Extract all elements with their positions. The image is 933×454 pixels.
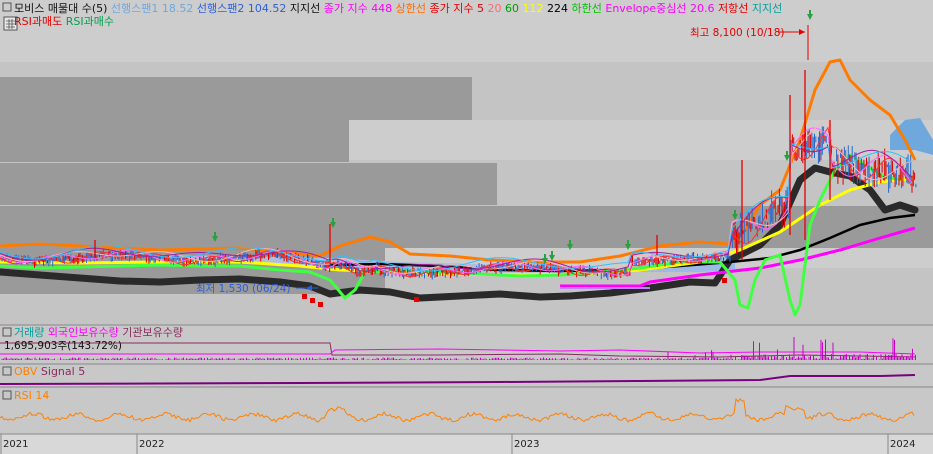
legend-entry: 선행스팬1 18.52 [107, 2, 193, 15]
x-axis-label: 2021 [3, 439, 28, 450]
legend-entry: 외국인보유수량 [44, 326, 118, 339]
legend-entry: OBV [14, 365, 38, 378]
volume-profile-bar [0, 206, 933, 248]
legend-entry: 20 [484, 2, 502, 15]
x-axis-label: 2023 [514, 439, 539, 450]
volume-value: 1,695,903주(143.72%) [4, 340, 122, 352]
legend-entry: 지지선 [286, 2, 320, 15]
svg-text:OBV Signal 5: OBV Signal 5 [14, 365, 85, 378]
high-annotation: 최고 8,100 (10/18) [690, 27, 785, 39]
legend-entry: 224 [544, 2, 569, 15]
legend-entry: Envelope중심선 20.6 [602, 2, 715, 15]
x-axis-label: 2024 [890, 439, 915, 450]
legend-entry: 종가 지수 448 [320, 2, 392, 15]
legend-entry: 거래량 [14, 326, 44, 339]
buy-signal-stem [332, 218, 334, 222]
stock-chart[interactable]: 최고 8,100 (10/18) 최저 1,530 (06/24) 모비스 매물… [0, 0, 933, 454]
legend-entry: 저항선 [714, 2, 748, 15]
obv-legend: OBV Signal 5 [2, 365, 85, 378]
buy-signal-stem [786, 151, 788, 155]
buy-signal-stem [544, 254, 546, 258]
low-point-marker [318, 302, 323, 307]
buy-signal-stem [809, 10, 811, 14]
buy-signal-stem [569, 240, 571, 244]
legend-entry: RSI 14 [14, 389, 49, 402]
volume-legend: 거래량 외국인보유수량 기관보유수량 [2, 326, 183, 339]
legend-entry: 종가 지수 5 [426, 2, 484, 15]
low-point-marker [722, 278, 727, 283]
legend-entry: 상한선 [392, 2, 426, 15]
legend-entry: 기관보유수량 [119, 326, 183, 339]
svg-text:모비스 매물대 수(5) 선행스팬1 18.52 선행스팬2: 모비스 매물대 수(5) 선행스팬1 18.52 선행스팬2 104.52 지지… [14, 1, 782, 15]
legend-entry: 모비스 매물대 수(5) [14, 2, 107, 15]
legend-row-2: RSI과매도 RSI과매수 [3, 15, 114, 31]
volume-profile-bar [0, 163, 497, 205]
legend-entry: 지지선 [748, 2, 782, 15]
buy-signal-stem [551, 251, 553, 255]
legend-entry: 하한선 [568, 1, 602, 15]
low-point-marker [302, 294, 307, 299]
low-point-marker [414, 297, 419, 302]
svg-text:RSI 14: RSI 14 [14, 389, 49, 402]
svg-text:RSI과매도 RSI과매수: RSI과매도 RSI과매수 [14, 15, 114, 28]
low-point-marker [310, 298, 315, 303]
buy-signal-stem [734, 210, 736, 214]
legend-entry: Signal 5 [37, 365, 85, 378]
legend-entry: 112 [519, 2, 544, 15]
x-axis-label: 2022 [139, 439, 164, 450]
legend-entry: 선행스팬2 104.52 [193, 2, 286, 15]
svg-text:거래량 외국인보유수량 기관보유수량: 거래량 외국인보유수량 기관보유수량 [14, 326, 183, 339]
legend-entry: RSI과매수 [62, 15, 114, 28]
low-annotation: 최저 1,530 (06/24) [196, 283, 291, 295]
rsi-panel [0, 387, 933, 434]
volume-profile-bar [0, 77, 472, 120]
legend-entry: 60 [502, 2, 520, 15]
buy-signal-stem [214, 232, 216, 236]
buy-signal-stem [627, 240, 629, 244]
volume-profile-bar [0, 120, 349, 162]
main-legend: 모비스 매물대 수(5) 선행스팬1 18.52 선행스팬2 104.52 지지… [2, 1, 782, 15]
legend-entry: RSI과매도 [14, 15, 62, 28]
